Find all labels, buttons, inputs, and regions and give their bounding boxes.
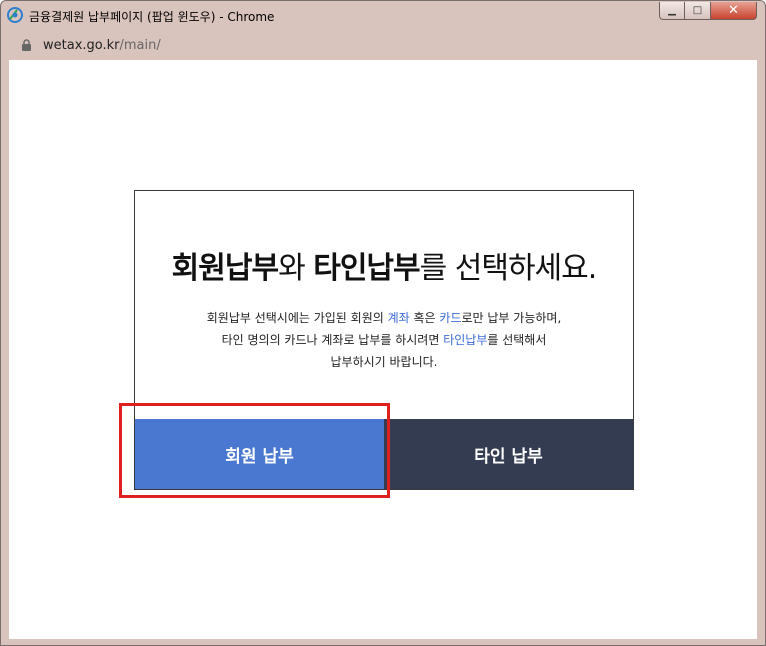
url-path: /main/	[119, 38, 161, 53]
url-host: wetax.go.kr	[43, 38, 120, 53]
close-button[interactable]: ✕	[711, 2, 757, 20]
chrome-logo-icon	[7, 7, 23, 23]
payment-selection-card: 회원납부와 타인납부를 선택하세요. 회원납부 선택시에는 가입된 회원의 계좌…	[134, 190, 634, 490]
window-controls: ▁ □ ✕	[659, 2, 757, 20]
address-bar[interactable]: wetax.go.kr/main/	[8, 33, 758, 58]
description-line-3: 납부하시기 바랍니다.	[330, 355, 438, 369]
browser-window: 금융결제원 납부페이지 (팝업 윈도우) - Chrome ▁ □ ✕ weta…	[0, 0, 766, 646]
member-payment-button[interactable]: 회원 납부	[135, 419, 384, 489]
window-title: 금융결제원 납부페이지 (팝업 윈도우) - Chrome	[29, 10, 275, 24]
title-bar[interactable]: 금융결제원 납부페이지 (팝업 윈도우) - Chrome ▁ □ ✕	[1, 1, 765, 31]
other-payment-button[interactable]: 타인 납부	[384, 419, 633, 489]
maximize-button[interactable]: □	[685, 2, 711, 20]
minimize-button[interactable]: ▁	[659, 2, 685, 20]
url-text[interactable]: wetax.go.kr/main/	[43, 38, 161, 53]
title-other-payment: 타인납부	[313, 251, 420, 286]
description-line-2: 타인 명의의 카드나 계좌로 납부를 하시려면 타인납부를 선택해서	[135, 329, 633, 351]
desc-highlight-account: 계좌	[387, 311, 410, 325]
desc-text: 로만 납부 가능하며,	[461, 311, 562, 325]
title-connector: 와	[278, 251, 314, 286]
page-content: 회원납부와 타인납부를 선택하세요. 회원납부 선택시에는 가입된 회원의 계좌…	[9, 60, 757, 639]
desc-text: 혹은	[409, 311, 440, 325]
lock-icon	[22, 39, 31, 51]
description-line-1: 회원납부 선택시에는 가입된 회원의 계좌 혹은 카드로만 납부 가능하며,	[135, 307, 633, 329]
title-suffix: 를 선택하세요.	[419, 251, 598, 286]
desc-highlight-card: 카드	[439, 311, 462, 325]
desc-text: 회원납부 선택시에는 가입된 회원의	[206, 311, 388, 325]
title-member-payment: 회원납부	[171, 251, 279, 286]
desc-text: 타인 명의의 카드나 계좌로 납부를 하시려면	[221, 333, 444, 347]
description: 회원납부 선택시에는 가입된 회원의 계좌 혹은 카드로만 납부 가능하며, 타…	[135, 307, 633, 373]
desc-text: 를 선택해서	[487, 333, 547, 347]
page-title: 회원납부와 타인납부를 선택하세요.	[135, 243, 633, 287]
desc-highlight-other: 타인납부	[443, 333, 488, 347]
